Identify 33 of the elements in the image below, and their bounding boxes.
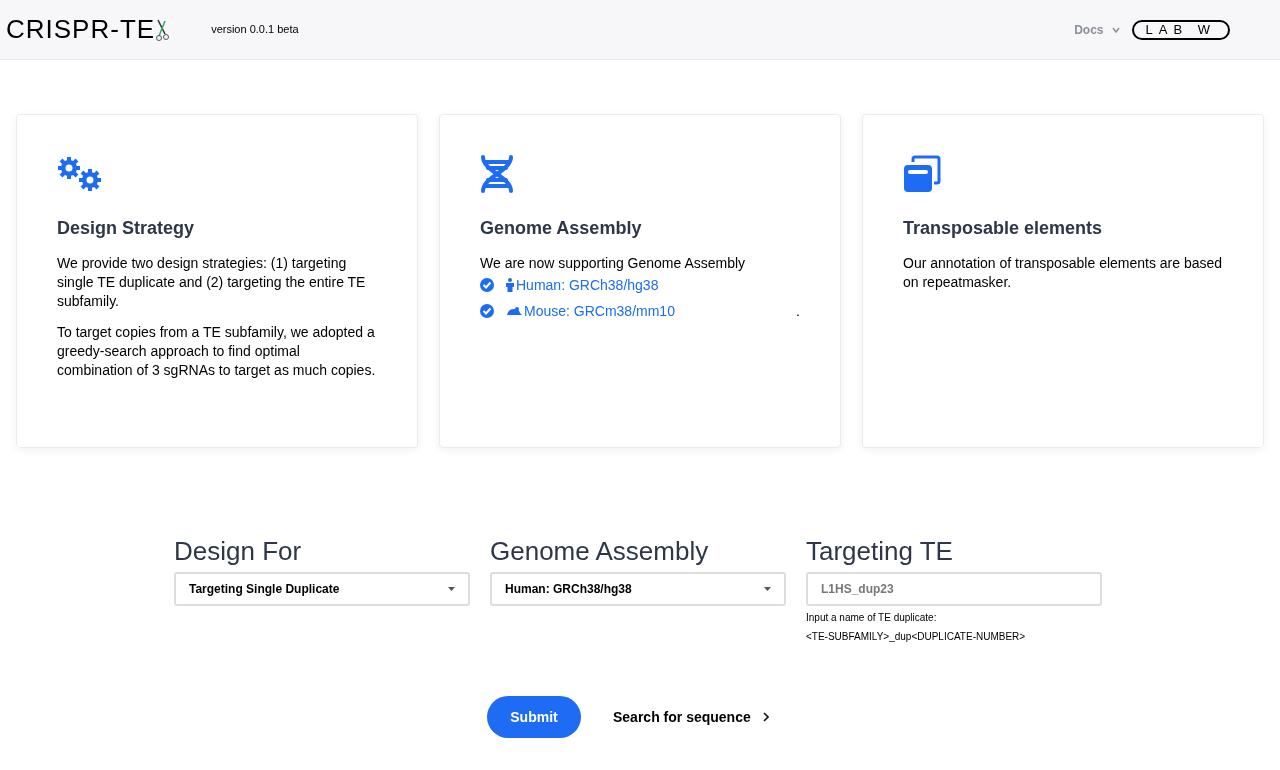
dna-icon [480, 155, 514, 193]
stacked-cards-icon [903, 155, 941, 193]
period-text: . [796, 301, 800, 321]
card-text: To target copies from a TE subfamily, we adopted a greedy-search approach to find optimal combination of 3 sgRNAs to target as much copies. [57, 323, 377, 380]
help-text: <TE-SUBFAMILY>_dup<DUPLICATE-NUMBER> [806, 631, 1027, 643]
version-label: version 0.0.1 beta [211, 22, 299, 38]
lab-logo[interactable]: LAB W [1131, 19, 1230, 40]
card-text: Our annotation of transposable elements are based on repeatmasker. [903, 254, 1223, 292]
mouse-icon [506, 306, 522, 316]
scissors-icon [155, 17, 172, 42]
field-heading: Design For [174, 536, 303, 566]
caret-icon [448, 587, 455, 591]
card-title: Transposable elements [903, 217, 1104, 240]
input-field[interactable]: L1HS_dup23 [806, 572, 1102, 606]
chevron-icon [1111, 26, 1120, 33]
card-title: Genome Assembly [480, 217, 643, 240]
help-text: Input a name of TE duplicate: [806, 612, 938, 624]
search-sequence-link[interactable]: Search for sequence [613, 706, 769, 728]
card-text: We are now supporting Genome Assembly [480, 254, 747, 273]
gears-icon [57, 155, 103, 193]
assembly-link[interactable]: Mouse: GRCm38/mm10 [506, 300, 675, 322]
card-text: We provide two design strategies: (1) targeting single TE duplicate and (2) targeting the entire TE subfamily. [57, 254, 367, 311]
person-icon [506, 278, 514, 292]
caret-icon [764, 587, 771, 591]
field-heading: Targeting TE [806, 536, 954, 566]
dropdown[interactable]: Human: GRCh38/hg38 [490, 572, 786, 606]
chevron-right-icon [762, 712, 769, 722]
logo[interactable]: CRISPR-TE [6, 10, 172, 49]
assembly-link[interactable]: Human: GRCh38/hg38 [506, 274, 659, 296]
field-heading: Genome Assembly [490, 536, 710, 566]
card-title: Design Strategy [57, 217, 196, 240]
dropdown[interactable]: Targeting Single Duplicate [174, 572, 470, 606]
submit-button[interactable]: Submit [487, 696, 581, 738]
